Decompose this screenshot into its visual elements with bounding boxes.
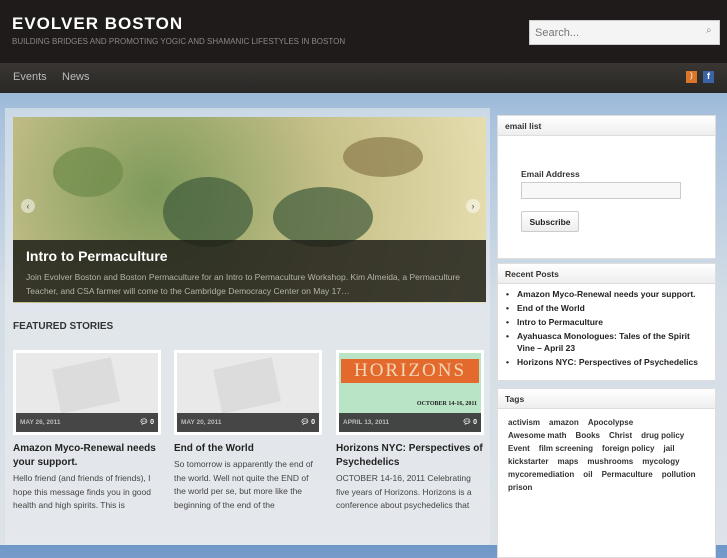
- horizons-logo: HORIZONS: [341, 359, 479, 383]
- tag-link[interactable]: drug policy: [641, 429, 684, 442]
- widget-title: Tags: [498, 389, 715, 409]
- comment-count-value: 0: [473, 419, 477, 426]
- tag-link[interactable]: oil: [583, 468, 592, 481]
- slider-caption: Intro to Permaculture Join Evolver Bosto…: [13, 240, 486, 302]
- tags-widget: Tags activism amazon Apocolypse Awesome mat…: [497, 388, 716, 558]
- slider-excerpt: Join Evolver Boston and Boston Permacult…: [26, 272, 461, 296]
- story-card: MAY 26, 2011 💬︎ 0 Amazon Myco-Renewal nee…: [13, 350, 161, 526]
- subscribe-button[interactable]: Subscribe: [521, 211, 579, 232]
- tag-link[interactable]: Books: [576, 429, 600, 442]
- story-excerpt: Hello friend (and friends of friends), I…: [13, 473, 151, 510]
- comment-count-value: 0: [311, 419, 315, 426]
- tag-link[interactable]: Christ: [609, 429, 632, 442]
- story-title[interactable]: Horizons NYC: Perspectives of Psychedeli…: [336, 442, 484, 470]
- tag-link[interactable]: Apocolypse: [588, 416, 633, 429]
- tag-link[interactable]: jail: [664, 442, 675, 455]
- story-thumbnail[interactable]: MAY 20, 2011 💬︎ 0: [174, 350, 322, 435]
- slider-next-button[interactable]: ›: [466, 199, 480, 213]
- story-date: MAY 26, 2011: [20, 419, 61, 426]
- widget-title: email list: [498, 116, 715, 136]
- placeholder-image-icon: [212, 357, 282, 414]
- story-card: MAY 20, 2011 💬︎ 0 End of the World So tom…: [174, 350, 322, 512]
- story-title[interactable]: End of the World: [174, 442, 322, 456]
- recent-post-link[interactable]: Amazon Myco-Renewal needs your support.: [506, 289, 707, 301]
- comment-count[interactable]: 💬︎ 0: [462, 418, 477, 426]
- story-excerpt: OCTOBER 14-16, 2011 Celebrating five yea…: [336, 473, 472, 510]
- site-title[interactable]: EVOLVER BOSTON: [12, 14, 183, 34]
- recent-post-link[interactable]: Horizons NYC: Perspectives of Psychedeli…: [506, 357, 707, 369]
- rss-icon[interactable]: ): [686, 71, 697, 83]
- comment-count-value: 0: [150, 419, 154, 426]
- email-input[interactable]: [521, 182, 681, 199]
- recent-posts-widget: Recent Posts Amazon Myco-Renewal needs y…: [497, 263, 716, 381]
- recent-post-link[interactable]: Intro to Permaculture: [506, 317, 707, 329]
- story-thumbnail[interactable]: MAY 26, 2011 💬︎ 0: [13, 350, 161, 435]
- placeholder-image-icon: [51, 357, 121, 414]
- recent-post-link[interactable]: End of the World: [506, 303, 707, 315]
- recent-post-link[interactable]: Ayahuasca Monologues: Tales of the Spiri…: [506, 331, 707, 354]
- story-excerpt: So tomorrow is apparently the end of the…: [174, 459, 313, 510]
- nav-events[interactable]: Events: [13, 71, 47, 83]
- tag-cloud: activism amazon Apocolypse Awesome math Book…: [498, 409, 715, 501]
- story-thumbnail[interactable]: HORIZONS OCTOBER 14-16, 2011 APRIL 13, 2…: [336, 350, 484, 435]
- tag-link[interactable]: Event: [508, 442, 530, 455]
- email-label: Email Address: [521, 169, 580, 179]
- email-list-widget: email list Email Address Subscribe: [497, 115, 716, 259]
- tag-link[interactable]: Permaculture: [602, 468, 653, 481]
- tag-link[interactable]: kickstarter: [508, 455, 548, 468]
- tag-link[interactable]: activism: [508, 416, 540, 429]
- tag-link[interactable]: mycology: [642, 455, 679, 468]
- site-tagline: BUILDING BRIDGES AND PROMOTING YOGIC AND…: [12, 37, 346, 46]
- nav-news[interactable]: News: [62, 71, 90, 83]
- featured-slider[interactable]: ‹ › Intro to Permaculture Join Evolver B…: [13, 117, 486, 303]
- widget-title: Recent Posts: [498, 264, 715, 284]
- tag-link[interactable]: amazon: [549, 416, 579, 429]
- story-card: HORIZONS OCTOBER 14-16, 2011 APRIL 13, 2…: [336, 350, 484, 526]
- main-nav: Events News: [0, 63, 727, 93]
- story-date: APRIL 13, 2011: [343, 419, 390, 426]
- slider-prev-button[interactable]: ‹: [21, 199, 35, 213]
- tag-link[interactable]: pollution: [662, 468, 696, 481]
- comment-count[interactable]: 💬︎ 0: [139, 418, 154, 426]
- story-title[interactable]: Amazon Myco-Renewal needs your support.: [13, 442, 161, 470]
- tag-link[interactable]: foreign policy: [602, 442, 654, 455]
- tag-link[interactable]: Awesome math: [508, 429, 567, 442]
- comment-count[interactable]: 💬︎ 0: [300, 418, 315, 426]
- tag-link[interactable]: maps: [557, 455, 578, 468]
- slider-title[interactable]: Intro to Permaculture: [26, 248, 168, 264]
- featured-heading: FEATURED STORIES: [13, 321, 114, 332]
- tag-link[interactable]: mycoremediation: [508, 468, 574, 481]
- tag-link[interactable]: film screening: [539, 442, 593, 455]
- tag-link[interactable]: prison: [508, 481, 532, 494]
- search-icon[interactable]: ⌕: [706, 25, 712, 36]
- tag-link[interactable]: mushrooms: [587, 455, 633, 468]
- story-date: MAY 20, 2011: [181, 419, 222, 426]
- facebook-icon[interactable]: f: [703, 71, 714, 83]
- search-input[interactable]: [529, 20, 720, 45]
- horizons-image-date: OCTOBER 14-16, 2011: [416, 401, 477, 407]
